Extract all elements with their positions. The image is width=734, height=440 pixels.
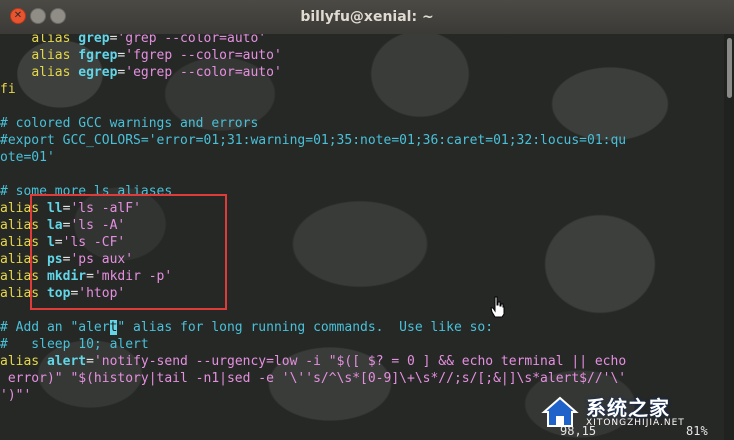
terminal-line: alias fgrep='fgrep --color=auto' — [0, 47, 626, 64]
terminal-window: ✕ billyfu@xenial: ~ alias grep='grep --c… — [0, 0, 734, 440]
watermark-text: 系统之家 — [586, 396, 670, 420]
terminal-line: # Add an "alert" alias for long running … — [0, 319, 626, 336]
terminal-line: # colored GCC warnings and errors — [0, 115, 626, 132]
watermark-url: XITONGZHIJIA.NET — [586, 418, 685, 428]
scrollbar-thumb[interactable] — [727, 38, 732, 98]
code-token: 'grep --color=auto' — [117, 34, 267, 46]
house-logo-icon — [541, 396, 579, 427]
code-token: alias — [31, 48, 71, 63]
hand-cursor-icon — [490, 296, 505, 318]
code-token: fi — [0, 82, 16, 97]
terminal-line: ote=01' — [0, 149, 626, 166]
code-token: 'egrep --color=auto' — [125, 65, 282, 80]
code-token: alias — [0, 354, 40, 369]
code-token: # sleep 10; alert — [0, 337, 149, 352]
code-token: ote=01' — [0, 150, 55, 165]
terminal-line: alias grep='grep --color=auto' — [0, 34, 626, 47]
code-token: = — [86, 354, 94, 369]
terminal-body[interactable]: alias grep='grep --color=auto' alias fgr… — [0, 34, 734, 440]
code-token: 'notify-send --urgency=low -i "$([ $? = … — [93, 354, 627, 369]
code-token: egrep — [78, 65, 118, 80]
code-token: fgrep — [78, 48, 118, 63]
terminal-line: fi — [0, 81, 626, 98]
code-token: 'fgrep --color=auto' — [125, 48, 282, 63]
terminal-line: error)" "$(history|tail -n1|sed -e '\''s… — [0, 370, 626, 387]
code-token: ')"' — [0, 388, 32, 403]
code-token: alert — [46, 354, 87, 369]
code-token: alias — [31, 65, 71, 80]
code-token: alias — [31, 34, 71, 46]
terminal-line: #export GCC_COLORS='error=01;31:warning=… — [0, 132, 626, 149]
code-token: # Add an "aler — [0, 320, 110, 335]
code-token: #export GCC_COLORS='error=01;31:warning=… — [0, 133, 627, 148]
title-bar: ✕ billyfu@xenial: ~ — [0, 0, 734, 35]
code-token: # colored GCC warnings and errors — [0, 116, 259, 131]
watermark: 系统之家 XITONGZHIJIA.NET — [540, 388, 730, 436]
highlight-box — [30, 194, 227, 310]
code-token: " alias for long running commands. Use l… — [117, 320, 494, 335]
code-token: error)" "$(history|tail -n1|sed -e '\''s… — [0, 371, 627, 386]
terminal-line: alias egrep='egrep --color=auto' — [0, 64, 626, 81]
terminal-line: # sleep 10; alert — [0, 336, 626, 353]
terminal-line: ')"' — [0, 387, 626, 404]
window-title: billyfu@xenial: ~ — [300, 9, 434, 25]
scrollbar[interactable] — [724, 34, 734, 440]
code-token: grep — [78, 34, 110, 46]
terminal-line: alias alert='notify-send --urgency=low -… — [0, 353, 626, 370]
